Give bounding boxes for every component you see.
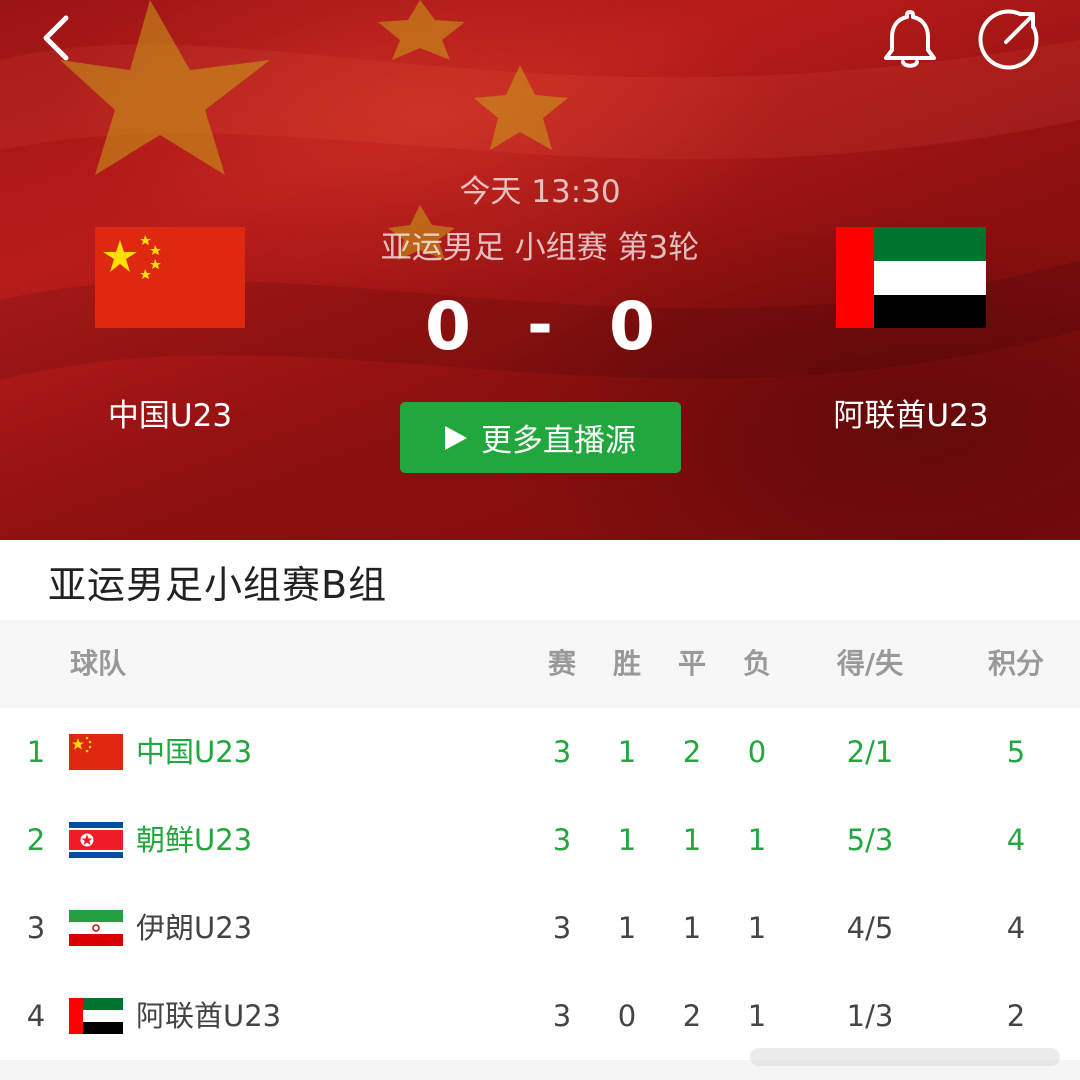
col-won: 胜 — [612, 647, 641, 680]
points: 5 — [1006, 735, 1026, 769]
lost: 0 — [747, 735, 767, 769]
home-team-name[interactable]: 中国U23 — [50, 390, 290, 435]
points: 4 — [1006, 911, 1026, 945]
bell-icon[interactable] — [878, 6, 942, 70]
col-played: 赛 — [547, 647, 576, 680]
won: 1 — [617, 735, 637, 769]
col-lost: 负 — [742, 647, 771, 680]
drawn: 1 — [682, 911, 702, 945]
col-team: 球队 — [70, 647, 127, 680]
table-row[interactable]: 2 朝鲜U23 3 1 1 1 5/3 4 — [0, 796, 1080, 885]
col-drawn: 平 — [677, 647, 706, 680]
col-goals: 得/失 — [836, 647, 904, 680]
iran-flag-icon — [69, 910, 123, 946]
match-header: 今天 13:30 亚运男足 小组赛 第3轮 0 - 0 中国U23 阿联酋U23… — [0, 0, 1080, 540]
uae-flag — [836, 227, 986, 328]
played: 3 — [552, 999, 572, 1033]
col-points: 积分 — [987, 647, 1044, 680]
goals: 5/3 — [846, 823, 894, 857]
goals: 4/5 — [846, 911, 894, 945]
back-icon[interactable] — [34, 12, 78, 64]
table-row[interactable]: 1 中国U23 3 1 2 0 2/1 5 — [0, 708, 1080, 797]
goals: 2/1 — [846, 735, 894, 769]
play-icon — [445, 425, 467, 450]
table-row[interactable]: 3 伊朗U23 3 1 1 1 4/5 4 — [0, 884, 1080, 973]
team-name: 伊朗U23 — [136, 911, 253, 945]
drawn: 1 — [682, 823, 702, 857]
match-time: 今天 13:30 — [459, 174, 621, 210]
score-separator: - — [527, 288, 553, 361]
points: 2 — [1006, 999, 1026, 1033]
lost: 1 — [747, 911, 767, 945]
rank: 1 — [26, 735, 46, 769]
points: 4 — [1006, 823, 1026, 857]
more-live-sources-button[interactable]: 更多直播源 — [400, 402, 681, 473]
rank: 2 — [26, 823, 46, 857]
team-name: 朝鲜U23 — [136, 823, 253, 857]
china-flag — [95, 227, 245, 328]
won: 1 — [617, 911, 637, 945]
home-score: 0 — [425, 288, 471, 365]
team-name: 中国U23 — [136, 735, 253, 769]
away-score: 0 — [609, 288, 655, 365]
lost: 1 — [747, 999, 767, 1033]
share-icon[interactable] — [976, 6, 1042, 72]
lost: 1 — [747, 823, 767, 857]
rank: 3 — [26, 911, 46, 945]
rank: 4 — [26, 999, 46, 1033]
drawn: 2 — [682, 735, 702, 769]
watermark — [750, 1048, 1060, 1066]
played: 3 — [552, 911, 572, 945]
standings-title: 亚运男足小组赛B组 — [48, 563, 388, 607]
goals: 1/3 — [846, 999, 894, 1033]
won: 0 — [617, 999, 637, 1033]
china-flag-icon — [69, 734, 123, 770]
played: 3 — [552, 735, 572, 769]
north-korea-flag-icon — [69, 822, 123, 858]
drawn: 2 — [682, 999, 702, 1033]
won: 1 — [617, 823, 637, 857]
uae-flag-icon — [69, 998, 123, 1034]
standings-header: 球队 赛 胜 平 负 得/失 积分 — [0, 620, 1080, 708]
played: 3 — [552, 823, 572, 857]
team-name: 阿联酋U23 — [136, 999, 282, 1033]
live-button-label: 更多直播源 — [481, 423, 636, 459]
away-team-name[interactable]: 阿联酋U23 — [791, 390, 1031, 435]
